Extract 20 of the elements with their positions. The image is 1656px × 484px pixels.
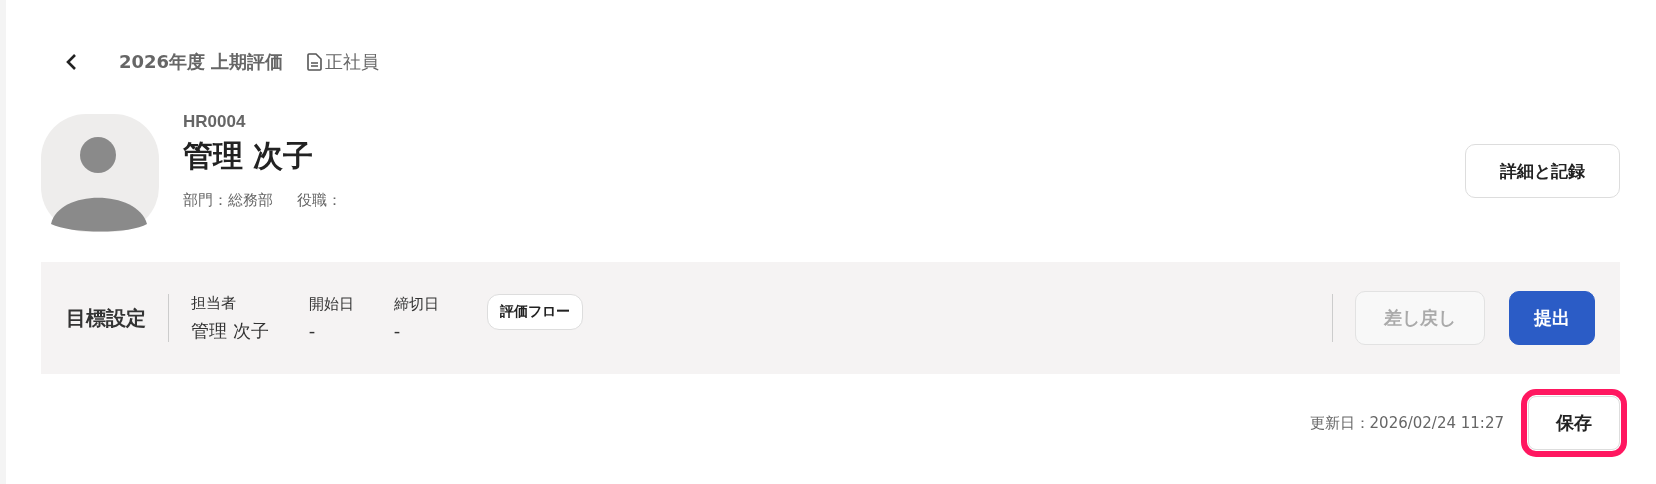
avatar-icon <box>41 114 159 232</box>
employee-meta: 役職： <box>297 191 342 210</box>
back-icon <box>65 53 77 71</box>
field-value: - <box>393 320 402 341</box>
field-value: 管理 次子 <box>191 318 269 343</box>
employee-meta: 部門：総務部 <box>183 191 273 210</box>
stage-title: 目標設定 <box>66 304 146 332</box>
field-label: 開始日 <box>308 295 354 314</box>
details-button[interactable]: 詳細と記録 <box>1465 144 1620 198</box>
submit-button[interactable]: 提出 <box>1509 291 1595 345</box>
document-icon <box>307 53 323 71</box>
field-label: 担当者 <box>191 293 237 313</box>
page-title: 2026年度 上期評価 <box>119 50 284 74</box>
field-value: - <box>308 320 317 341</box>
updated-date: 更新日：2026/02/24 11:27 <box>1309 413 1504 433</box>
employment-type: 正社員 <box>325 50 380 74</box>
field-label: 締切日 <box>393 295 439 314</box>
flow-button[interactable]: 評価フロー <box>486 294 583 330</box>
employee-code: HR0004 <box>183 112 247 132</box>
employee-name: 管理 次子 <box>183 137 315 175</box>
